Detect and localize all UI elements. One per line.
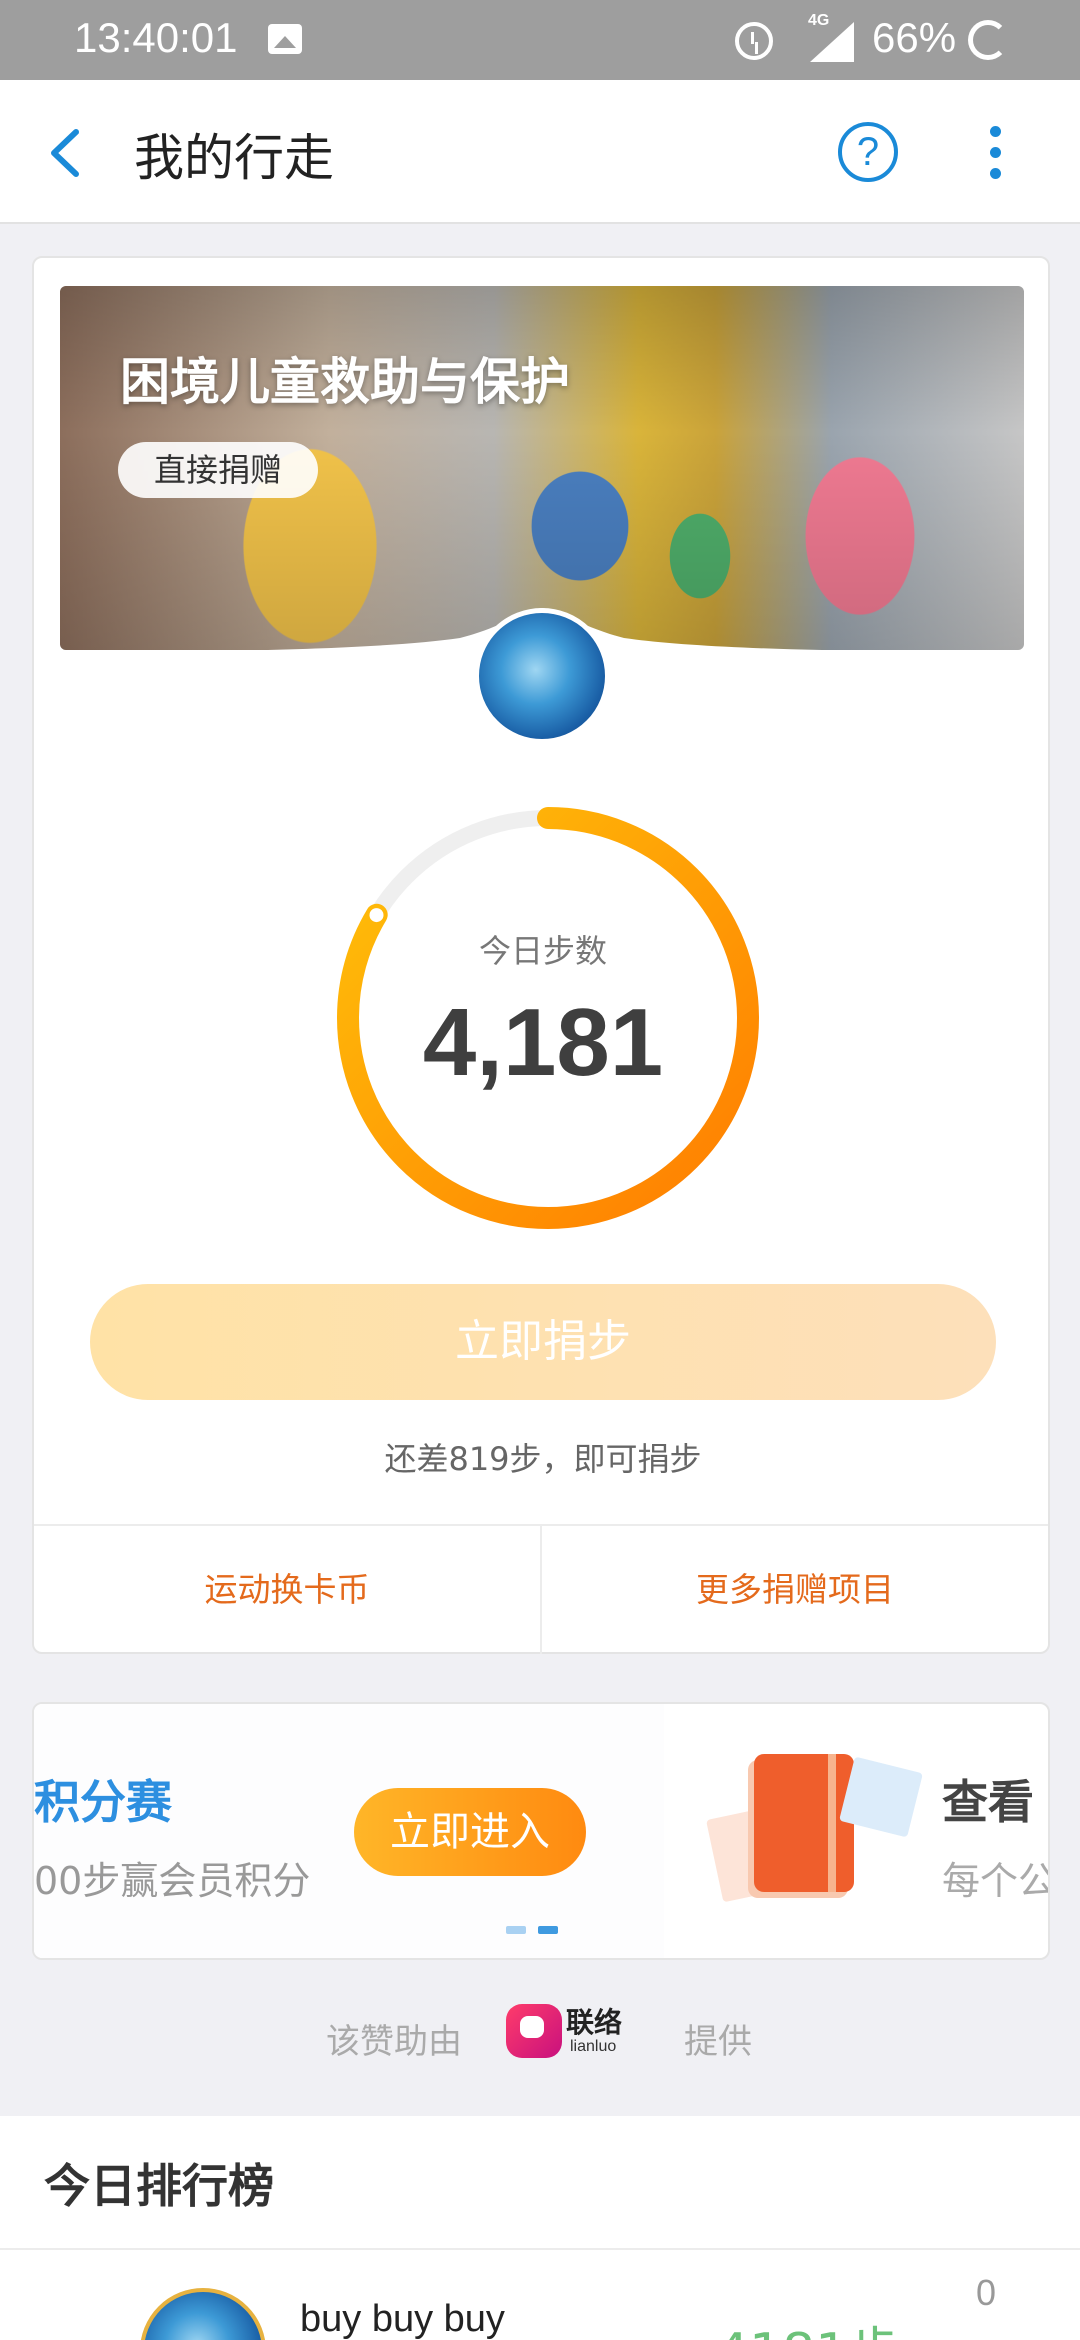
image-notification-icon	[268, 24, 302, 54]
sponsor-brand-sub: lianluo	[570, 2038, 617, 2055]
divider	[0, 2248, 1080, 2250]
direct-donate-button[interactable]: 直接捐赠	[118, 442, 318, 498]
promo-title-2: 查看	[942, 1775, 1034, 1829]
progress-end-dot	[369, 908, 384, 923]
banner-title: 困境儿童救助与保护	[120, 353, 570, 411]
back-arrow-icon[interactable]	[44, 126, 88, 180]
step-count: 4,181	[422, 989, 664, 1096]
sponsor-suffix: 提供	[684, 2022, 752, 2062]
avatar[interactable]	[140, 2288, 266, 2340]
carousel-dot-active	[538, 1926, 558, 1934]
sponsor-brand: 联络	[566, 2006, 623, 2039]
promo-title: 积分赛	[34, 1775, 172, 1829]
like-count[interactable]: 0	[976, 2272, 996, 2314]
charity-banner[interactable]: 困境儿童救助与保护 直接捐赠	[60, 286, 1024, 650]
ranking-section: 今日排行榜 buy buy buy 4181步 0	[0, 2116, 1080, 2340]
more-options-icon[interactable]	[990, 126, 1002, 182]
rank-steps: 4181步	[716, 2310, 900, 2340]
donate-steps-button[interactable]: 立即捐步	[90, 1284, 996, 1400]
alarm-icon	[735, 22, 773, 60]
promo-slide[interactable]: 积分赛 00步赢会员积分 立即进入	[34, 1704, 664, 1958]
carousel-indicators	[506, 1926, 558, 1934]
exchange-coins-link[interactable]: 运动换卡币	[34, 1526, 540, 1654]
card-links: 运动换卡币 更多捐赠项目	[34, 1524, 1048, 1654]
status-bar: 13:40:01 4G 66%	[0, 0, 1080, 80]
network-type: 4G	[808, 12, 830, 29]
remaining-steps-text: 还差819步，即可捐步	[384, 1440, 702, 1478]
page-title: 我的行走	[134, 129, 334, 187]
book-icon	[754, 1754, 854, 1892]
step-card: 困境儿童救助与保护 直接捐赠 今日步数 4,181 立即捐步 还差819步，即可…	[32, 256, 1050, 1654]
sponsor-line: 该赞助由 联络 lianluo 提供	[0, 2004, 1080, 2074]
help-icon[interactable]: ?	[838, 122, 898, 182]
ranking-title: 今日排行榜	[44, 2159, 274, 2213]
enter-now-button[interactable]: 立即进入	[354, 1788, 586, 1876]
rank-user-name: buy buy buy	[300, 2298, 505, 2340]
more-projects-link[interactable]: 更多捐赠项目	[540, 1526, 1048, 1654]
promo-subtitle: 00步赢会员积分	[34, 1859, 311, 1903]
carousel-dot	[506, 1926, 526, 1934]
status-time: 13:40:01	[74, 14, 238, 61]
loading-icon	[968, 20, 1008, 60]
nav-bar: 我的行走 ?	[0, 80, 1080, 224]
battery-level: 66%	[872, 14, 957, 61]
promo-subtitle-2: 每个公	[942, 1859, 1050, 1903]
promo-carousel[interactable]: 积分赛 00步赢会员积分 立即进入 查看 每个公	[32, 1702, 1050, 1960]
sponsor-logo-icon	[506, 2004, 562, 2058]
user-avatar[interactable]	[474, 608, 610, 744]
sponsor-prefix: 该赞助由	[326, 2022, 462, 2062]
steps-label: 今日步数	[478, 932, 607, 970]
